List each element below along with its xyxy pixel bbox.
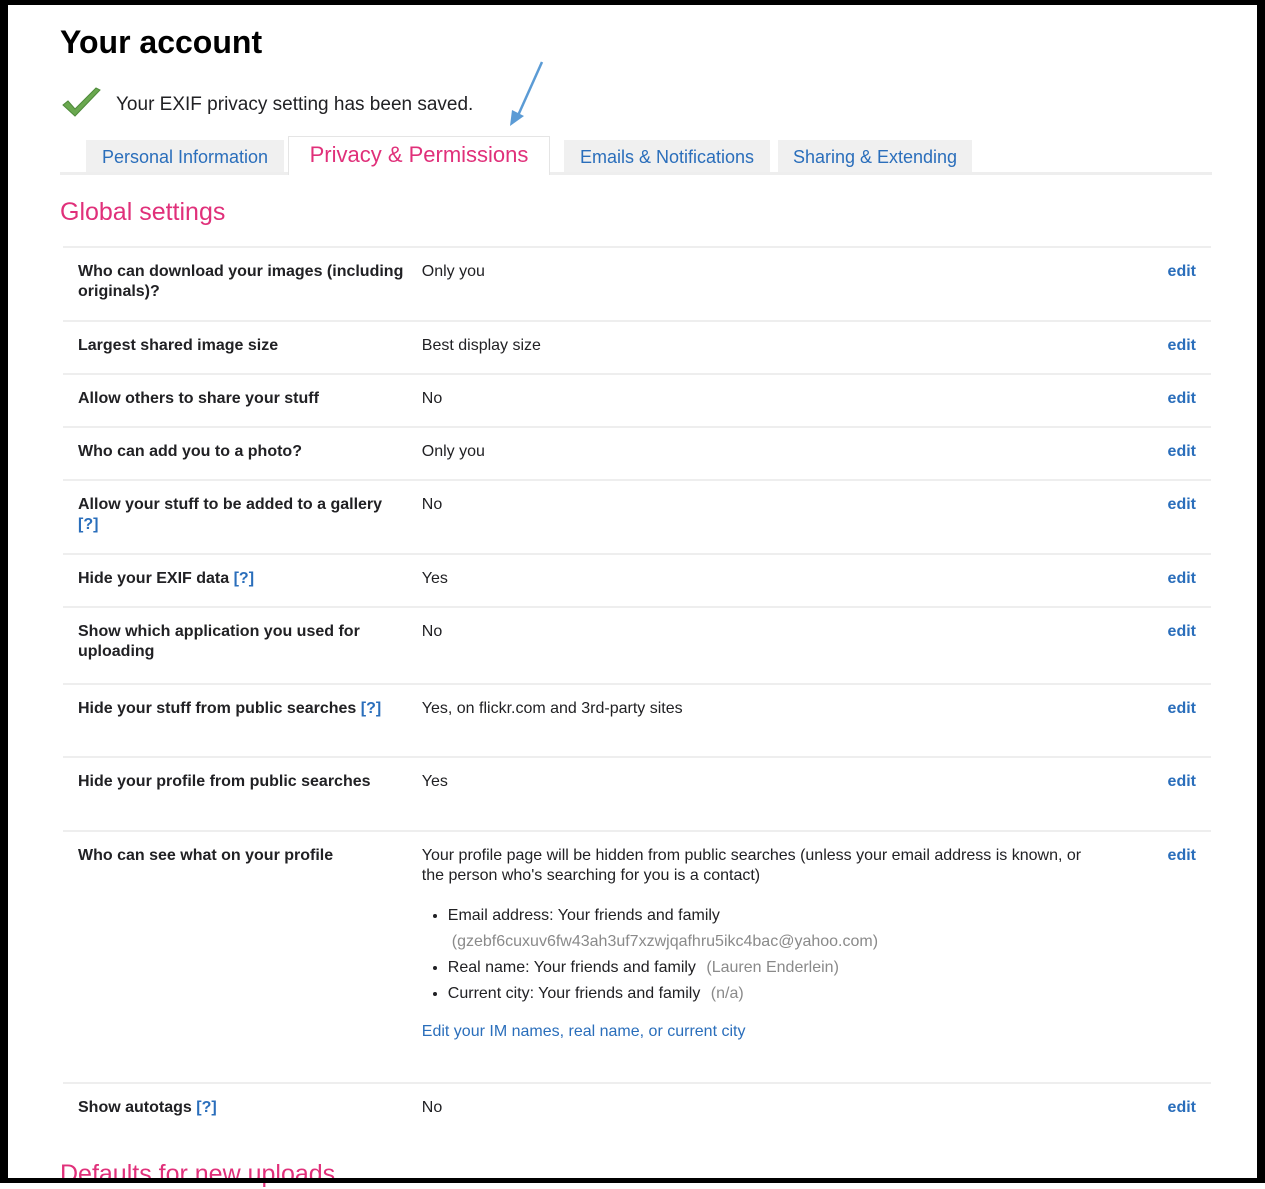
account-tabs: Personal Information Privacy & Permissio… [60,136,1212,175]
table-row: Allow your stuff to be added to a galler… [63,479,1211,553]
setting-value: No [405,606,1082,683]
setting-value: Only you [405,246,1082,320]
setting-label: Hide your profile from public searches [63,756,406,830]
tab-emails-notifications[interactable]: Emails & Notifications [564,140,770,172]
setting-label: Hide your EXIF data [?] [63,553,406,606]
real-name-value: (Lauren Enderlein) [706,959,839,976]
setting-label: Allow others to share your stuff [63,373,406,426]
edit-application-button[interactable]: edit [1168,623,1196,640]
annotation-arrow-icon [510,61,544,126]
help-autotags-link[interactable]: [?] [196,1099,216,1116]
list-item: Current city: Your friends and family (n… [448,984,1082,1004]
edit-add-to-photo-button[interactable]: edit [1168,443,1196,460]
list-item: Email address: Your friends and family (… [448,906,1082,952]
table-row: Who can download your images (including … [63,246,1211,320]
city-visibility: Current city: Your friends and family [447,985,701,1002]
setting-label-text: Hide your EXIF data [78,570,230,587]
global-settings-table: Who can download your images (including … [63,246,1211,1142]
edit-gallery-button[interactable]: edit [1168,496,1196,513]
help-gallery-link[interactable]: [?] [78,516,98,533]
edit-exif-button[interactable]: edit [1168,570,1196,587]
table-row: Hide your profile from public searches Y… [63,756,1211,830]
table-row: Show which application you used for uplo… [63,606,1211,683]
page-title: Your account [60,24,263,60]
tab-privacy-permissions[interactable]: Privacy & Permissions [288,136,550,175]
setting-value: Yes [405,756,1082,830]
setting-value: Only you [405,426,1082,479]
edit-image-size-button[interactable]: edit [1168,337,1196,354]
setting-value: Your profile page will be hidden from pu… [405,830,1082,1082]
defaults-heading: Defaults for new uploads [60,1160,336,1188]
setting-label-text: Allow your stuff to be added to a galler… [78,496,383,513]
setting-label: Who can add you to a photo? [63,426,406,479]
setting-label: Allow your stuff to be added to a galler… [63,479,406,553]
edit-profile-details-link[interactable]: Edit your IM names, real name, or curren… [422,1022,746,1042]
help-exif-link[interactable]: [?] [234,570,254,587]
email-address: (gzebf6cuxuv6fw43ah3uf7xzwjqafhru5ikc4ba… [451,933,879,950]
setting-label-text: Hide your stuff from public searches [78,700,357,717]
tab-sharing-extending[interactable]: Sharing & Extending [778,140,972,172]
tab-personal-information[interactable]: Personal Information [86,140,284,172]
profile-visibility-text: Your profile page will be hidden from pu… [421,847,1082,884]
setting-value: No [405,479,1082,553]
list-item: Real name: Your friends and family (Laur… [448,958,1082,978]
setting-value: No [405,373,1082,426]
table-row: Who can see what on your profile Your pr… [63,830,1211,1082]
edit-profile-visibility-button[interactable]: edit [1168,847,1196,864]
setting-label: Who can download your images (including … [63,246,406,320]
profile-visibility-list: Email address: Your friends and family (… [422,906,1082,1004]
setting-label: Show which application you used for uplo… [63,606,406,683]
city-value: (n/a) [710,985,744,1002]
setting-value: No [405,1082,1082,1142]
notice-text: Your EXIF privacy setting has been saved… [116,94,474,115]
edit-profile-search-button[interactable]: edit [1168,773,1196,790]
email-visibility: Email address: Your friends and family [447,907,720,924]
table-row: Show autotags [?] No edit [63,1082,1211,1142]
setting-label: Hide your stuff from public searches [?] [63,683,406,756]
table-row: Allow others to share your stuff No edit [63,373,1211,426]
setting-value: Best display size [405,320,1082,373]
checkmark-icon [62,87,101,117]
setting-label: Show autotags [?] [63,1082,406,1142]
setting-value: Yes [405,553,1082,606]
table-row: Hide your EXIF data [?] Yes edit [63,553,1211,606]
setting-label: Largest shared image size [63,320,406,373]
setting-value: Yes, on flickr.com and 3rd-party sites [405,683,1082,756]
help-public-search-link[interactable]: [?] [361,700,381,717]
table-row: Largest shared image size Best display s… [63,320,1211,373]
save-notice: Your EXIF privacy setting has been saved… [60,86,473,122]
edit-share-button[interactable]: edit [1168,390,1196,407]
setting-label: Who can see what on your profile [63,830,406,1082]
edit-public-search-button[interactable]: edit [1168,700,1196,717]
real-name-visibility: Real name: Your friends and family [447,959,696,976]
edit-download-button[interactable]: edit [1168,263,1196,280]
edit-autotags-button[interactable]: edit [1168,1099,1196,1116]
global-settings-heading: Global settings [60,198,226,226]
setting-label-text: Show autotags [78,1099,192,1116]
table-row: Hide your stuff from public searches [?]… [63,683,1211,756]
table-row: Who can add you to a photo? Only you edi… [63,426,1211,479]
